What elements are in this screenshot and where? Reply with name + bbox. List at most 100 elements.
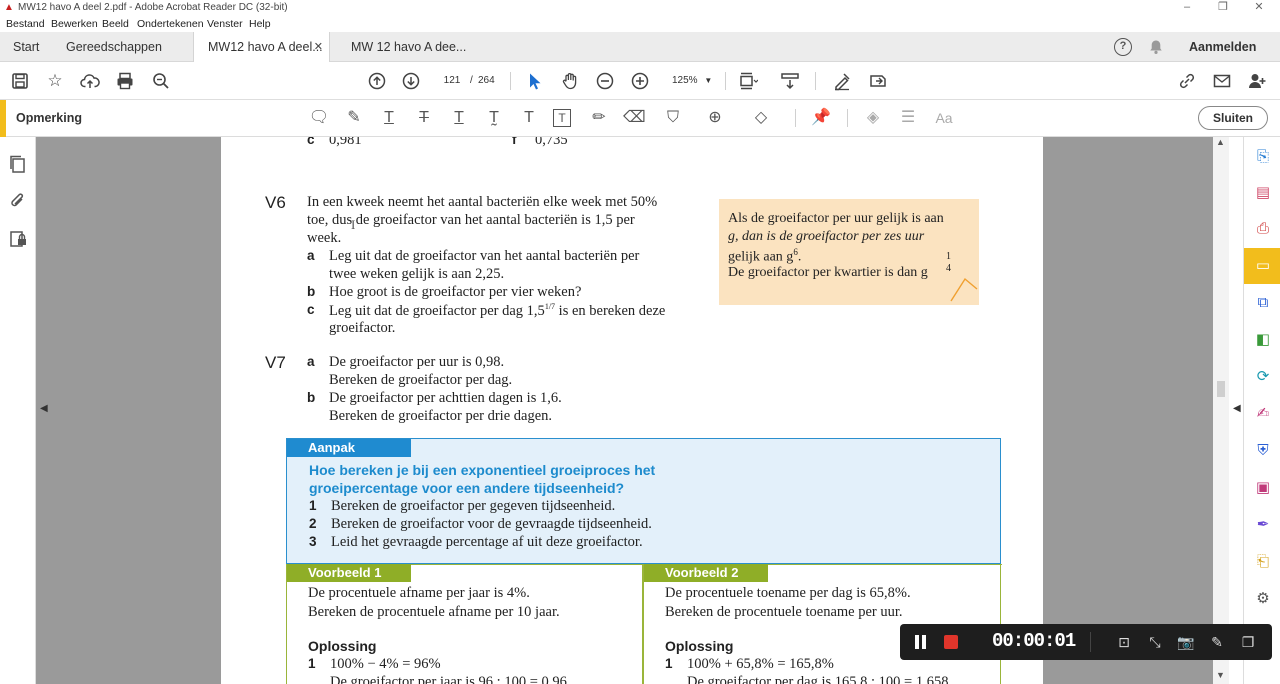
highlight-text-icon[interactable]: ✎	[343, 108, 365, 128]
fill-and-sign-icon[interactable]: ✍	[1253, 404, 1273, 424]
bell-icon[interactable]	[1148, 39, 1164, 55]
combine-files-icon[interactable]: ▤	[1253, 183, 1273, 203]
text-properties-icon[interactable]: Aa	[933, 108, 955, 128]
example-box-1: Voorbeeld 1 De procentuele afname per ja…	[286, 564, 644, 684]
toolbar-divider	[795, 109, 796, 127]
protect-shield-icon[interactable]: ⛨	[1253, 441, 1273, 461]
sign-in-link[interactable]: Aanmelden	[1189, 32, 1256, 62]
answer-c-value: 0,981	[329, 137, 362, 148]
underline-text-icon[interactable]: T	[378, 108, 400, 128]
minimize-recorder-icon[interactable]: ⤡	[1145, 632, 1165, 652]
close-window-button[interactable]: ✕	[1244, 0, 1274, 14]
upload-cloud-icon[interactable]	[80, 71, 100, 91]
page-thumbnails-icon[interactable]	[8, 154, 28, 174]
exercise-text: De groeifactor per achttien dagen is 1,6…	[329, 390, 562, 406]
method-step-number: 2	[309, 516, 317, 531]
insert-text-icon[interactable]: T̰	[483, 108, 505, 128]
tab-document-2[interactable]: MW 12 havo A dee...	[351, 32, 466, 62]
menu-bestand[interactable]: Bestand	[6, 18, 45, 30]
replace-text-icon[interactable]: T̲	[448, 108, 470, 128]
minimize-button[interactable]: –	[1172, 0, 1202, 14]
scroll-thumb[interactable]	[1217, 381, 1225, 397]
scroll-up-icon[interactable]: ▲	[1216, 137, 1225, 147]
tab-tools[interactable]: Gereedschappen	[66, 32, 162, 62]
scroll-down-icon[interactable]: ▼	[1216, 670, 1225, 680]
text-box-icon[interactable]: T	[553, 109, 571, 127]
collapse-right-pane-icon[interactable]: ◀	[1233, 403, 1241, 414]
organize-pages-icon[interactable]: ⧉	[1253, 293, 1273, 313]
comment-tool-icon[interactable]: ▭	[1253, 256, 1273, 276]
screenshot-region-icon[interactable]: ⊡	[1114, 632, 1134, 652]
close-comment-button[interactable]: Sluiten	[1198, 106, 1268, 130]
stamp-tool-icon[interactable]: ⎗	[1253, 552, 1273, 572]
eraser-icon[interactable]: ⌫	[623, 108, 646, 128]
menu-venster[interactable]: Venster	[207, 18, 243, 30]
security-lock-icon[interactable]	[8, 229, 28, 249]
sticky-note-icon[interactable]: 🗨	[308, 108, 330, 128]
email-icon[interactable]	[1212, 71, 1232, 91]
shapes-icon[interactable]: ◇	[750, 108, 772, 128]
previous-page-icon[interactable]	[367, 71, 387, 91]
solution-step: De groeifactor per dag is 165,8 : 100 = …	[687, 674, 949, 684]
pin-icon[interactable]: 📌	[810, 108, 832, 128]
menu-help[interactable]: Help	[249, 18, 271, 30]
exercise-text: toe, dus de groeifactor van het aantal b…	[307, 212, 635, 228]
example-text: De procentuele afname per jaar is 4%.	[308, 585, 530, 601]
more-tools-icon[interactable]: ⚙	[1253, 589, 1273, 609]
print-icon[interactable]	[115, 71, 135, 91]
vertical-scrollbar[interactable]: ▲ ▼	[1213, 137, 1229, 684]
stop-recording-icon[interactable]	[944, 635, 958, 649]
help-icon[interactable]: ?	[1114, 38, 1132, 56]
close-tab-icon[interactable]: ✕	[314, 32, 323, 62]
star-icon[interactable]: ☆	[45, 71, 65, 91]
fit-page-icon[interactable]	[738, 71, 758, 91]
camera-icon[interactable]: 📷	[1176, 632, 1196, 652]
next-page-icon[interactable]	[401, 71, 421, 91]
line-weight-icon[interactable]: ☰	[897, 108, 919, 128]
pencil-draw-icon[interactable]: ✏	[588, 108, 610, 128]
tab-document-1[interactable]: MW12 havo A deel... ✕	[193, 32, 330, 63]
page-number-input[interactable]: 121	[436, 71, 468, 91]
comment-toolbar-label: Opmerking	[16, 111, 82, 125]
toolbar-divider	[815, 72, 816, 90]
strikethrough-text-icon[interactable]: T	[413, 108, 435, 128]
select-cursor-icon[interactable]	[525, 71, 545, 91]
solution-heading: Oplossing	[665, 638, 734, 654]
scan-ocr-icon[interactable]: ⟳	[1253, 367, 1273, 387]
attachments-icon[interactable]	[8, 191, 28, 211]
hand-tool-icon[interactable]	[560, 71, 580, 91]
menu-ondertekenen[interactable]: Ondertekenen	[137, 18, 204, 30]
zoom-out-icon[interactable]	[595, 71, 615, 91]
compress-pdf-icon[interactable]: ▣	[1253, 478, 1273, 498]
request-signature-icon[interactable]: ✒	[1253, 515, 1273, 535]
save-icon[interactable]	[10, 71, 30, 91]
create-pdf-icon[interactable]: ⎘	[1253, 147, 1273, 167]
menu-beeld[interactable]: Beeld	[102, 18, 129, 30]
method-step-number: 3	[309, 534, 317, 549]
stamp-icon[interactable]: ⛉	[662, 108, 684, 128]
exponent: 1/7	[544, 302, 556, 311]
note-fold-icon	[950, 277, 978, 302]
pause-recording-icon[interactable]	[914, 635, 928, 649]
zoom-in-icon[interactable]	[630, 71, 650, 91]
export-pdf-icon[interactable]: ⎙	[1253, 219, 1273, 239]
collapse-left-pane-icon[interactable]: ◀	[40, 403, 48, 414]
zoom-out-search-icon[interactable]	[151, 71, 171, 91]
tab-start[interactable]: Start	[13, 32, 39, 62]
restore-button[interactable]: ❐	[1208, 0, 1238, 14]
menu-bewerken[interactable]: Bewerken	[51, 18, 98, 30]
edit-pdf-icon[interactable]: ◧	[1253, 330, 1273, 350]
recorder-menu-icon[interactable]: ❐	[1238, 632, 1258, 652]
method-step-number: 1	[309, 498, 317, 513]
note-text: gelijk aan g6.	[728, 247, 801, 266]
add-user-icon[interactable]	[1247, 71, 1267, 91]
attach-file-icon[interactable]: ⊕	[704, 108, 726, 128]
share-send-icon[interactable]	[868, 71, 888, 91]
add-text-comment-icon[interactable]: T	[518, 108, 540, 128]
fill-sign-icon[interactable]	[832, 71, 852, 91]
scroll-mode-icon[interactable]	[780, 71, 800, 91]
fill-color-icon[interactable]: ◈	[862, 108, 884, 128]
annotate-pen-icon[interactable]: ✎	[1207, 632, 1227, 652]
zoom-level-dropdown[interactable]: 125% ▼	[672, 71, 712, 91]
share-link-icon[interactable]	[1177, 71, 1197, 91]
